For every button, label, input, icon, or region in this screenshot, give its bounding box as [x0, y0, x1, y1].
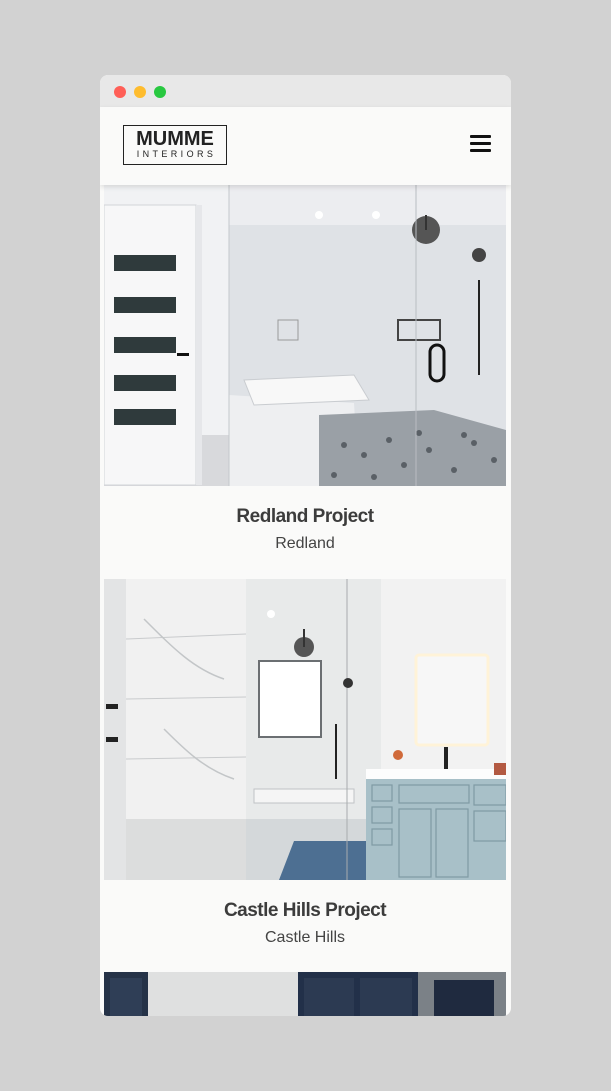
project-location: Castle Hills	[264, 929, 345, 946]
logo-wordmark: MUMME	[136, 128, 214, 150]
project-title[interactable]: Redland Project	[104, 506, 506, 528]
logo-subtitle: INTERIORS	[136, 149, 217, 159]
hamburger-line	[470, 135, 491, 138]
maximize-window-button[interactable]	[154, 86, 166, 98]
project-card[interactable]: Redland Project Redland	[104, 185, 506, 554]
project-title[interactable]: Castle Hills Project	[104, 900, 506, 922]
minimize-window-button[interactable]	[134, 86, 146, 98]
hamburger-line	[470, 149, 491, 152]
window-titlebar	[100, 75, 511, 107]
project-card[interactable]: Castle Hills Project Castle Hills	[104, 579, 506, 948]
close-window-button[interactable]	[114, 86, 126, 98]
browser-window: MUMME INTERIORS Redland Project Redland …	[100, 75, 511, 1016]
project-caption: Redland Project Redland	[104, 486, 506, 554]
hamburger-line	[470, 142, 491, 145]
project-photo-redland[interactable]	[104, 185, 506, 486]
project-photo-castle-hills[interactable]	[104, 579, 506, 880]
project-photo-partial[interactable]	[104, 972, 506, 1016]
site-header: MUMME INTERIORS	[100, 107, 511, 185]
project-location: Redland	[275, 535, 335, 552]
site-logo[interactable]: MUMME INTERIORS	[123, 125, 227, 165]
hamburger-icon[interactable]	[469, 133, 493, 155]
project-caption: Castle Hills Project Castle Hills	[104, 880, 506, 948]
project-card[interactable]	[104, 972, 506, 1016]
